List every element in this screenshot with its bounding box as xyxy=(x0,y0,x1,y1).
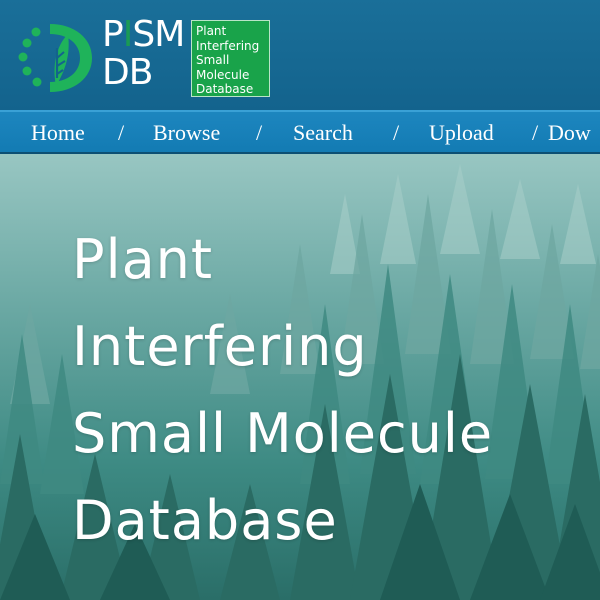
nav-separator: / xyxy=(256,120,263,145)
nav-separator: / xyxy=(118,120,125,145)
nav-download[interactable]: Dow xyxy=(548,120,591,146)
logo-wordmark[interactable]: PISM DB xyxy=(102,17,188,91)
badge-line: Database xyxy=(196,82,254,96)
logo-line-db: DB xyxy=(102,52,153,93)
hero-title-line: Database xyxy=(72,489,338,552)
nav-upload[interactable]: Upload xyxy=(429,120,494,146)
plant-leaf-circle-logo-icon[interactable] xyxy=(16,16,100,100)
nav-browse[interactable]: Browse xyxy=(153,120,220,146)
nav-separator: / xyxy=(532,120,539,145)
site-header: PISM DB Plant Interfering Small Molecule… xyxy=(0,0,600,110)
hero-banner: Plant Interfering Small Molecule Databas… xyxy=(0,154,600,600)
hero-title-line: Interfering xyxy=(72,315,368,378)
logo-line-pism: PISM xyxy=(102,14,185,55)
nav-home[interactable]: Home xyxy=(31,120,85,146)
hero-title: Plant Interfering Small Molecule Databas… xyxy=(72,216,493,564)
badge-line: Small xyxy=(196,53,230,67)
hero-title-line: Small Molecule xyxy=(72,402,494,465)
logo-badge: Plant Interfering Small Molecule Databas… xyxy=(191,20,270,97)
nav-search[interactable]: Search xyxy=(293,120,353,146)
badge-line: Plant xyxy=(196,24,227,38)
nav-separator: / xyxy=(393,120,400,145)
badge-line: Molecule xyxy=(196,67,250,82)
main-nav: Home / Browse / Search / Upload / Dow xyxy=(0,110,600,154)
hero-title-line: Plant xyxy=(72,228,214,291)
badge-line: Interfering xyxy=(196,38,260,53)
